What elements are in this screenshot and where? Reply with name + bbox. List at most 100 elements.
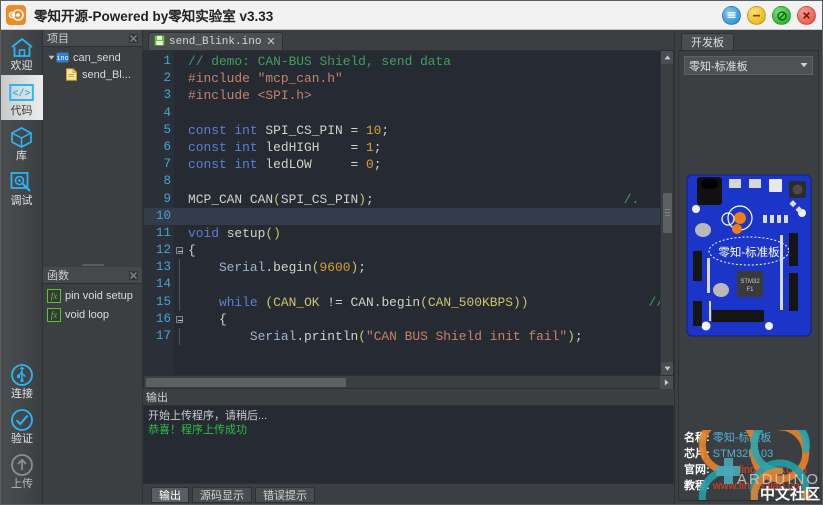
board-image: 零知-标准板 STM32 F1: [686, 174, 811, 337]
line-number: 14: [155, 277, 171, 292]
code-text-area[interactable]: // demo: CAN-BUS Shield, send data #inclu…: [185, 51, 660, 375]
tab-close-icon[interactable]: ✕: [265, 35, 276, 48]
line-number: 6: [163, 139, 171, 154]
scroll-thumb[interactable]: [146, 377, 346, 387]
tab-source-view[interactable]: 源码显示: [192, 487, 252, 503]
line-number: 12: [155, 243, 171, 258]
fold-toggle-icon[interactable]: [174, 311, 185, 328]
fold-slot: [174, 156, 185, 173]
sidebar-label-welcome: 欢迎: [10, 60, 33, 72]
info-label: 芯片:: [684, 448, 710, 460]
minimize-button[interactable]: [747, 6, 766, 25]
tab-label: send_Blink.ino: [169, 35, 262, 48]
list-item[interactable]: fx void loop: [43, 305, 142, 324]
code-line: {: [188, 243, 196, 259]
line-number: 10: [144, 207, 174, 225]
code-line: Serial.println("CAN BUS Shield init fail…: [188, 329, 583, 344]
tab-output[interactable]: 输出: [151, 487, 189, 503]
rail-bottom-group: 连接 验证 上传: [1, 359, 43, 494]
code-editor: 1 2 3 4 5 6 7 8 9 10 11 12 13 14 15 16 17 // demo: CAN-B…: [143, 50, 674, 389]
fold-toggle-icon[interactable]: [174, 242, 185, 259]
function-label: void loop: [65, 308, 110, 321]
sidebar-label-connect: 连接: [11, 388, 33, 400]
fold-slot: [174, 207, 185, 225]
cube-icon: [9, 125, 35, 149]
board-preview: 零知-标准板 STM32 F1: [684, 81, 813, 430]
scroll-down-arrow-icon[interactable]: [660, 362, 673, 375]
output-tabbar: 输出 源码显示 错误提示: [143, 484, 674, 504]
functions-panel-header: 函数: [43, 267, 142, 284]
tab-error-hints[interactable]: 错误提示: [255, 487, 315, 503]
tab-send-blink-ino[interactable]: send_Blink.ino ✕: [148, 32, 283, 50]
board-select[interactable]: 零知-标准板: [684, 56, 813, 75]
line-number: 1: [163, 54, 171, 68]
function-icon: fx: [47, 307, 61, 322]
code-line: [185, 207, 660, 225]
line-number: 4: [163, 105, 171, 120]
svg-text:F1: F1: [746, 287, 754, 293]
board-info-chip: 芯片: STM32F103: [684, 446, 813, 462]
fold-slot: [174, 191, 185, 208]
main-body: 欢迎 </> 代码 库 调试 连接 验证 上传 项目 ino can_send …: [0, 30, 822, 504]
tab-board[interactable]: 开发板: [681, 33, 734, 50]
editor-vertical-scrollbar[interactable]: [660, 51, 673, 375]
tree-label: can_send: [73, 51, 121, 64]
project-tree: ino can_send send_Bl...: [43, 47, 142, 262]
sidebar-label-library: 库: [16, 150, 27, 162]
menu-button[interactable]: [722, 6, 741, 25]
scroll-right-arrow-icon[interactable]: [660, 375, 673, 389]
code-icon: </>: [9, 80, 35, 104]
line-number: 2: [163, 71, 171, 86]
application-window: 零知开源-Powered by零知实验室 v3.33 欢迎 </> 代码 库 调…: [0, 0, 823, 505]
line-number: 16: [155, 311, 171, 326]
left-dock: 项目 ino can_send send_Bl... 函数 fx pin voi…: [43, 30, 143, 504]
window-controls: [722, 6, 816, 25]
tree-item-send-blink[interactable]: send_Bl...: [43, 66, 142, 83]
expand-arrow-icon[interactable]: [46, 54, 56, 61]
sidebar-item-welcome[interactable]: 欢迎: [1, 30, 43, 75]
list-item[interactable]: fx pin void setup: [43, 286, 142, 305]
tree-item-can-send[interactable]: ino can_send: [43, 49, 142, 66]
lingzhi-logo-icon: [6, 5, 26, 25]
line-number: 7: [163, 157, 171, 172]
sidebar-item-connect[interactable]: 连接: [1, 359, 43, 404]
svg-text:STM32: STM32: [740, 279, 760, 285]
sidebar-item-debug[interactable]: 调试: [1, 165, 43, 210]
code-line: const int ledHIGH = 1;: [188, 139, 382, 155]
fold-slot: [174, 259, 185, 277]
maximize-button[interactable]: [772, 6, 791, 25]
fold-slot: [174, 225, 185, 242]
close-icon[interactable]: [128, 33, 139, 44]
output-panel-title: 输出: [146, 392, 168, 404]
output-dock: 输出 开始上传程序，请稍后... 恭喜！程序上传成功 输出 源码显示 错误提示: [143, 389, 674, 504]
sidebar-label-upload: 上传: [11, 478, 33, 490]
sidebar-item-library[interactable]: 库: [1, 120, 43, 165]
check-circle-icon: [9, 408, 35, 432]
scroll-thumb[interactable]: [662, 193, 672, 233]
editor-horizontal-scrollbar[interactable]: [144, 375, 673, 389]
sidebar-item-upload[interactable]: 上传: [1, 449, 43, 494]
line-number: 13: [155, 260, 171, 275]
sidebar-item-code[interactable]: </> 代码: [0, 75, 43, 120]
close-icon[interactable]: [128, 270, 139, 281]
line-number-gutter: 1 2 3 4 5 6 7 8 9 10 11 12 13 14 15 16 17: [144, 51, 174, 375]
line-number: 5: [163, 122, 171, 137]
folder-icon: ino: [56, 51, 69, 64]
close-button[interactable]: [797, 6, 816, 25]
output-line-success: 恭喜！程序上传成功: [148, 424, 247, 436]
function-label: pin void setup: [65, 289, 133, 302]
activity-rail: 欢迎 </> 代码 库 调试 连接 验证 上传: [0, 30, 43, 504]
fold-column[interactable]: [174, 51, 185, 375]
fold-slot: [174, 276, 185, 294]
file-icon: [65, 68, 78, 81]
scroll-up-arrow-icon[interactable]: [660, 51, 673, 64]
sidebar-item-verify[interactable]: 验证: [1, 404, 43, 449]
chevron-down-icon[interactable]: [800, 61, 808, 70]
center-area: send_Blink.ino ✕ 1 2 3 4 5 6 7 8 9 10 11 12 13 14 15 16…: [143, 30, 674, 504]
fold-slot: [174, 53, 185, 70]
output-panel-header: 输出: [143, 389, 674, 405]
sidebar-label-code: 代码: [10, 105, 33, 117]
